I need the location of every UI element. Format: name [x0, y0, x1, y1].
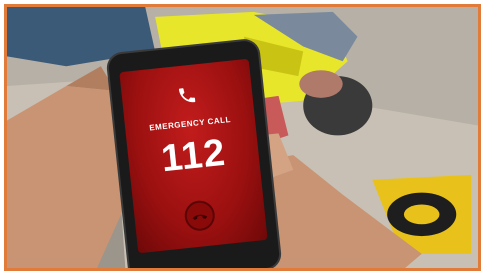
emergency-number: 112	[159, 131, 228, 181]
end-call-icon[interactable]	[183, 199, 217, 233]
phone-screen: EMERGENCY CALL 112	[119, 58, 268, 254]
illustration-frame: EMERGENCY CALL 112	[4, 4, 481, 271]
phone-handset-icon	[176, 84, 198, 106]
smartphone: EMERGENCY CALL 112	[107, 39, 281, 268]
left-hand	[7, 85, 126, 268]
